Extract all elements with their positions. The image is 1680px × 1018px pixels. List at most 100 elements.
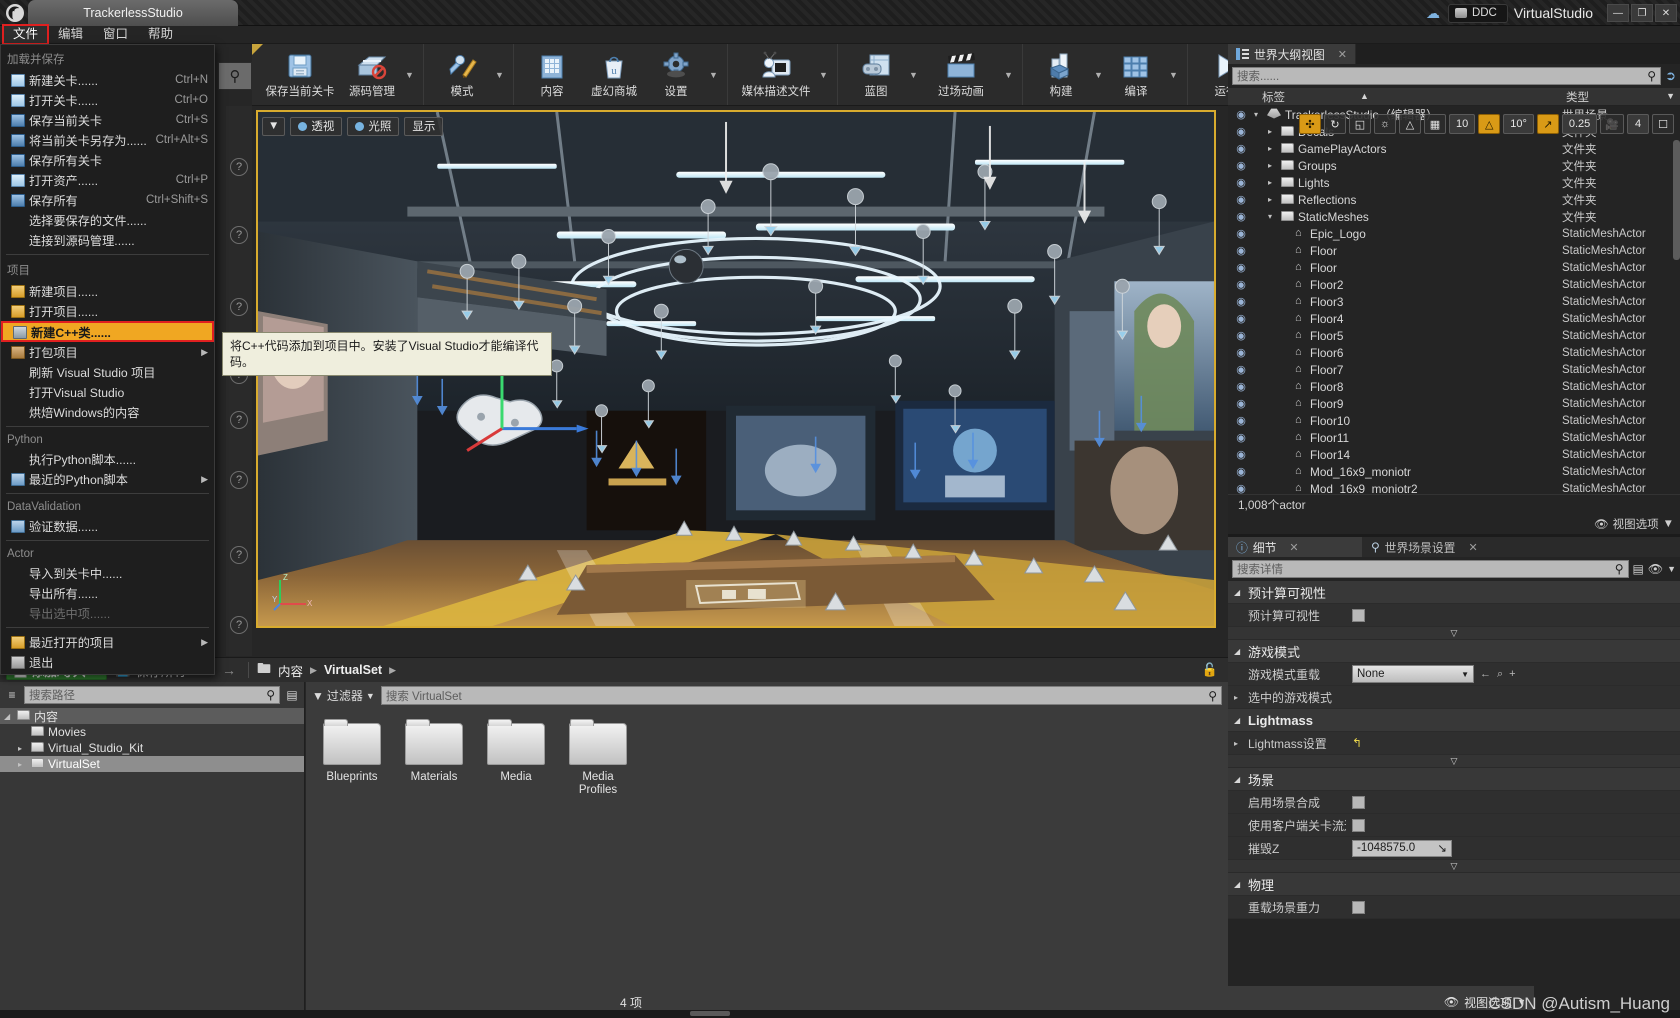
checkbox[interactable] [1352, 900, 1365, 914]
content-folder-tree[interactable]: ◢ 内容 Movies ▸ Virtual_Studio_Kit ▸ VirtualSet [0, 708, 304, 772]
outliner-row[interactable]: ◉ ▸ GamePlayActors 文件夹 [1228, 140, 1680, 157]
viewport-show-button[interactable]: 显示 [404, 116, 444, 136]
outliner-scrollbar[interactable] [1673, 140, 1680, 260]
collapsed-arrow-icon[interactable]: ▸ [1268, 127, 1277, 136]
viewport-options-button[interactable]: ▼ [262, 116, 286, 136]
details-search-input[interactable]: 搜索详情 ⚲ [1232, 560, 1629, 578]
details-category-header[interactable]: ◢ 游戏模式 [1228, 640, 1680, 663]
rotate-tool-icon[interactable]: ↻ [1323, 114, 1346, 134]
details-property-row[interactable]: 使用客户端关卡流送体积 [1228, 814, 1680, 837]
asset-grid[interactable]: Blueprints Materials Media Media Profiles [306, 709, 1228, 797]
eye-icon[interactable]: ◉ [1228, 448, 1254, 461]
outliner-type-column[interactable]: 类型 ▼ [1562, 89, 1680, 105]
outliner-row[interactable]: ◉ ⌂ Floor11 StaticMeshActor [1228, 429, 1680, 446]
maximize-viewport-icon[interactable]: ☐ [1652, 114, 1674, 134]
menu-file[interactable]: 文件 [1, 24, 50, 45]
help-icon-8[interactable]: ? [230, 616, 248, 634]
menu-item-validate-data-icon[interactable]: 验证数据...... [1, 516, 214, 536]
search-icon[interactable]: ⚲ [1647, 69, 1656, 83]
collapsed-arrow-icon[interactable]: ▸ [1268, 195, 1277, 204]
forward-arrow-icon[interactable]: → [222, 662, 236, 678]
asset-search-input[interactable]: 搜索 VirtualSet ⚲ [380, 686, 1222, 705]
breadcrumb-item-virtualset[interactable]: VirtualSet [324, 663, 382, 677]
eye-icon[interactable]: ◉ [1228, 295, 1254, 308]
outliner-row[interactable]: ◉ ⌂ Mod_16x9_moniotr StaticMeshActor [1228, 463, 1680, 480]
source-control-button[interactable]: 源码管理 [341, 44, 403, 105]
eye-icon[interactable]: ◉ [1228, 363, 1254, 376]
details-property-row[interactable]: 摧毁Z -1048575.0 ↘ [1228, 837, 1680, 860]
close-icon[interactable]: ✕ [1468, 541, 1477, 554]
outliner-row[interactable]: ◉ ⌂ Floor5 StaticMeshActor [1228, 327, 1680, 344]
eye-icon[interactable]: ◉ [1228, 227, 1254, 240]
menu-item-new-cpp-class-icon[interactable]: 新建C++类...... [1, 321, 214, 342]
cinematics-button[interactable]: 过场动画 [920, 44, 1002, 105]
tab-details[interactable]: ⓘ 细节 ✕ [1228, 537, 1363, 557]
menu-item-plain[interactable]: 导出所有...... [1, 583, 214, 603]
eye-icon[interactable]: ◉ [1228, 465, 1254, 478]
column-menu-icon[interactable]: ▼ [1666, 91, 1675, 101]
details-property-row[interactable]: ▸ Lightmass设置 ↰ [1228, 732, 1680, 755]
modes-button[interactable]: 模式 [431, 44, 493, 105]
menu-item-plain[interactable]: 刷新 Visual Studio 项目 [1, 362, 214, 382]
eye-icon[interactable]: ◉ [1228, 380, 1254, 393]
collapsed-arrow-icon[interactable]: ▸ [1234, 739, 1243, 748]
expanded-arrow-icon[interactable]: ◢ [4, 712, 13, 721]
move-tool-icon[interactable]: ✣ [1298, 114, 1321, 134]
details-property-row[interactable]: 预计算可视性 [1228, 604, 1680, 627]
checkbox[interactable] [1352, 795, 1365, 809]
menu-item-new-project-icon[interactable]: 新建项目...... [1, 281, 214, 301]
details-category-header[interactable]: ◢ 场景 [1228, 768, 1680, 791]
help-icon-2[interactable]: ? [230, 226, 248, 244]
eye-icon[interactable]: ◉ [1228, 142, 1254, 155]
eye-icon[interactable]: ◉ [1228, 210, 1254, 223]
minimize-button[interactable]: — [1607, 4, 1629, 22]
folder-tree-item[interactable]: ▸ Virtual_Studio_Kit [0, 740, 304, 756]
outliner-row[interactable]: ◉ ⌂ Epic_Logo StaticMeshActor [1228, 225, 1680, 242]
help-icon-7[interactable]: ? [230, 546, 248, 564]
browse-icon[interactable]: ⌕ [1497, 668, 1503, 681]
close-button[interactable]: ✕ [1655, 4, 1677, 22]
filters-button[interactable]: ▼ 过滤器 ▼ [312, 687, 375, 704]
outliner-label-column[interactable]: 标签 ▲ [1254, 89, 1562, 105]
checkbox[interactable] [1352, 608, 1365, 622]
menu-item-recent-projects-icon[interactable]: 最近打开的项目 ▶ [1, 632, 214, 652]
kill-z-input[interactable]: -1048575.0 ↘ [1352, 839, 1452, 857]
scale-snap-icon[interactable]: ↗ [1536, 114, 1559, 134]
world-coords-icon[interactable]: ☼ [1373, 114, 1396, 134]
menu-item-package-project-icon[interactable]: 打包项目 ▶ [1, 342, 214, 362]
eye-icon[interactable]: ◉ [1228, 108, 1254, 121]
lock-icon[interactable]: 🔓 [1202, 662, 1222, 678]
help-icon-5[interactable]: ? [230, 411, 248, 429]
outliner-row[interactable]: ◉ ▸ Reflections 文件夹 [1228, 191, 1680, 208]
eye-icon[interactable]: ◉ [1228, 397, 1254, 410]
details-property-list[interactable]: ◢ 预计算可视性 预计算可视性 ▽ ◢ 游戏模式 游戏模式重载 None ▼ ← ⌕ + ▸ 选中的游戏模… [1228, 581, 1680, 919]
compile-button[interactable]: 编译 [1105, 44, 1167, 105]
menu-item-new-level-icon[interactable]: 新建关卡...... Ctrl+N [1, 70, 214, 90]
reset-to-default-icon[interactable]: ↰ [1352, 736, 1362, 750]
viewport-perspective-button[interactable]: 透视 [290, 116, 343, 136]
outliner-row[interactable]: ◉ ▸ Lights 文件夹 [1228, 174, 1680, 191]
path-search-input[interactable]: 搜索路径 ⚲ [24, 686, 280, 704]
eye-icon[interactable]: ◉ [1228, 244, 1254, 257]
eye-icon[interactable]: ◉ [1228, 278, 1254, 291]
menu-item-plain[interactable]: 连接到源码管理...... [1, 230, 214, 250]
grid-snap-icon[interactable]: ▦ [1423, 114, 1446, 134]
build-caret-icon[interactable]: ▼ [1092, 44, 1105, 105]
menu-item-plain[interactable]: 选择要保存的文件...... [1, 210, 214, 230]
menu-item-exit-icon[interactable]: 退出 [1, 652, 214, 672]
help-icon-3[interactable]: ? [230, 298, 248, 316]
settings-caret-icon[interactable]: ▼ [707, 44, 720, 105]
modes-caret-icon[interactable]: ▼ [493, 44, 506, 105]
menu-item-save-as-icon[interactable]: 将当前关卡另存为...... Ctrl+Alt+S [1, 130, 214, 150]
eye-icon[interactable]: ◉ [1228, 193, 1254, 206]
outliner-row[interactable]: ◉ ⌂ Floor4 StaticMeshActor [1228, 310, 1680, 327]
menu-item-save-all-levels-icon[interactable]: 保存所有关卡 [1, 150, 214, 170]
menu-help[interactable]: 帮助 [139, 26, 182, 43]
outliner-row[interactable]: ◉ ⌂ Floor8 StaticMeshActor [1228, 378, 1680, 395]
outliner-row[interactable]: ◉ ⌂ Floor StaticMeshActor [1228, 259, 1680, 276]
outliner-row[interactable]: ◉ ⌂ Floor14 StaticMeshActor [1228, 446, 1680, 463]
details-category-header[interactable]: ◢ 预计算可视性 [1228, 581, 1680, 604]
outliner-row[interactable]: ◉ ⌂ Floor2 StaticMeshActor [1228, 276, 1680, 293]
maximize-button[interactable]: ❐ [1631, 4, 1653, 22]
scale-snap-value[interactable]: 0.25 [1561, 114, 1598, 134]
